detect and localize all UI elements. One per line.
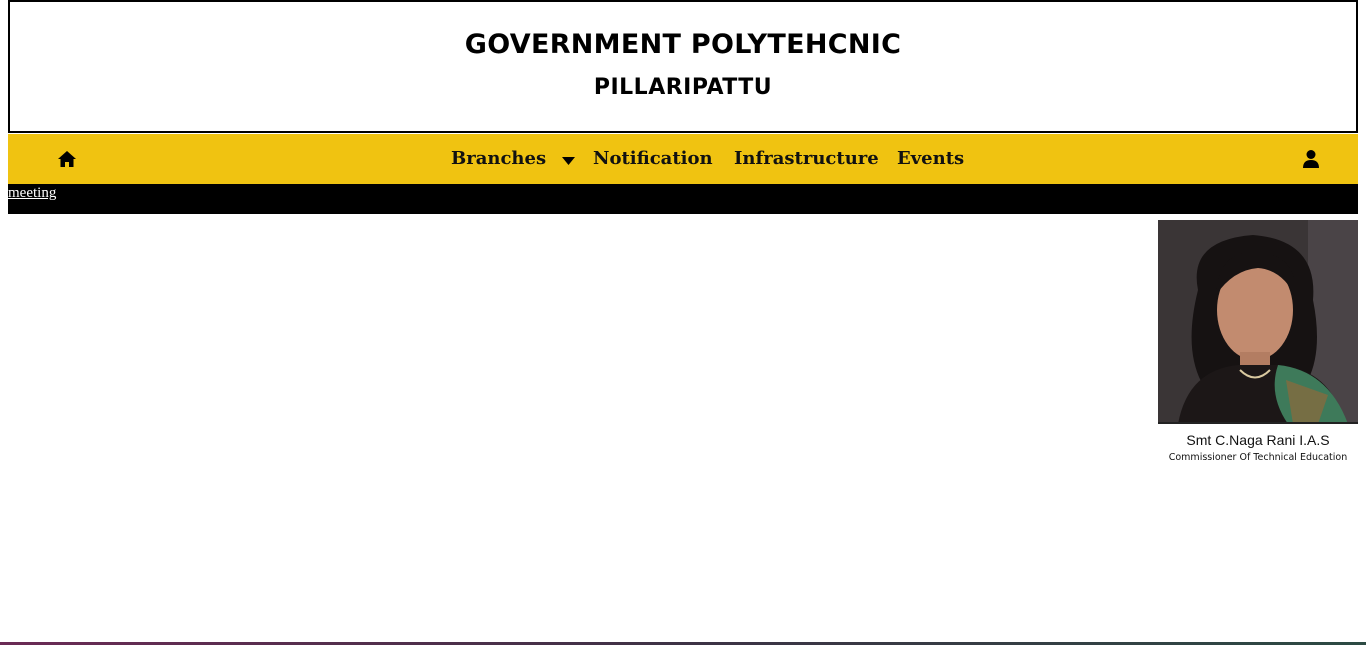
home-icon[interactable] bbox=[57, 149, 77, 169]
news-ticker: meeting bbox=[8, 184, 1358, 214]
commissioner-name: Smt C.Naga Rani I.A.S bbox=[1186, 432, 1330, 448]
commissioner-photo bbox=[1158, 220, 1358, 424]
ticker-link[interactable]: meeting bbox=[8, 185, 56, 202]
nav-branches[interactable]: Branches bbox=[451, 148, 576, 170]
chevron-down-icon bbox=[562, 149, 576, 170]
commissioner-role: Commissioner Of Technical Education bbox=[1168, 452, 1348, 463]
main-navbar: Branches Notification Infrastructure Eve… bbox=[8, 134, 1358, 184]
nav-notification[interactable]: Notification bbox=[593, 148, 713, 169]
nav-branches-label: Branches bbox=[451, 148, 547, 169]
site-subtitle: PILLARIPATTU bbox=[593, 75, 773, 100]
user-icon[interactable] bbox=[1302, 149, 1320, 169]
nav-infrastructure[interactable]: Infrastructure bbox=[734, 148, 879, 169]
site-title: GOVERNMENT POLYTEHCNIC bbox=[464, 29, 902, 60]
nav-events[interactable]: Events bbox=[897, 148, 964, 169]
site-header: GOVERNMENT POLYTEHCNIC PILLARIPATTU bbox=[8, 0, 1358, 133]
